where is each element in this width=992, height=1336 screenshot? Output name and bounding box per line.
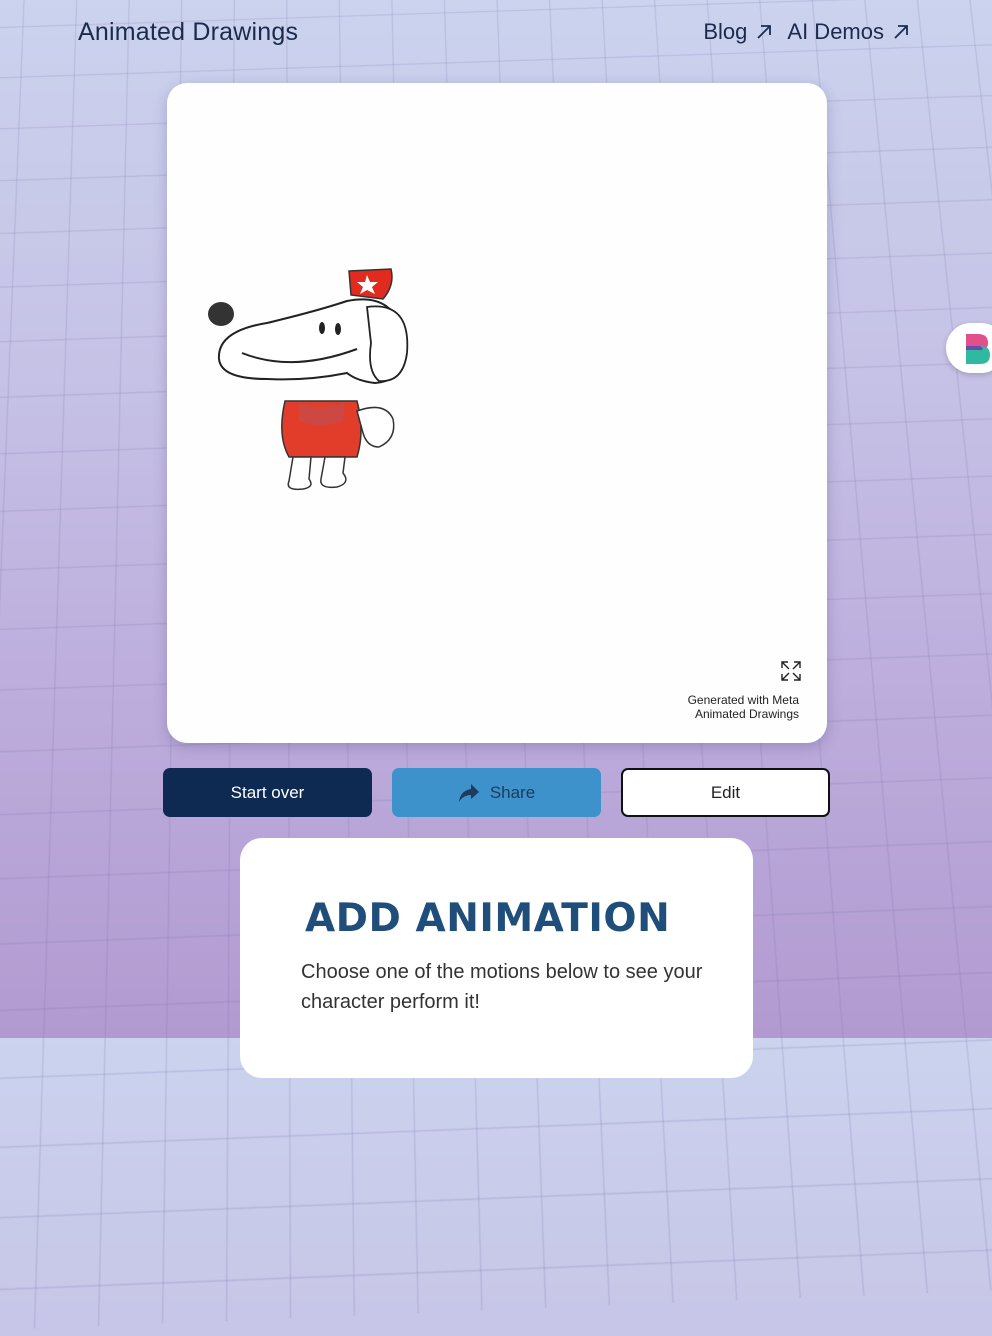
brand-title[interactable]: Animated Drawings: [78, 18, 298, 47]
top-header: Animated Drawings Blog AI Demos: [0, 0, 992, 70]
watermark-line-1: Generated with Meta: [688, 693, 799, 707]
nav-link-ai-demos[interactable]: AI Demos: [787, 19, 910, 45]
animation-stage: Generated with Meta Animated Drawings: [167, 83, 827, 743]
add-animation-panel: ADD ANIMATION Choose one of the motions …: [240, 838, 753, 1078]
expand-icon[interactable]: [779, 659, 803, 683]
extension-logo-icon: [962, 330, 992, 366]
character-drawing: [207, 261, 417, 493]
arrow-up-right-icon: [892, 23, 910, 41]
watermark: Generated with Meta Animated Drawings: [688, 693, 799, 721]
nav-link-blog[interactable]: Blog: [703, 19, 773, 45]
edit-button[interactable]: Edit: [621, 768, 830, 817]
arrow-up-right-icon: [755, 23, 773, 41]
nav-link-ai-demos-label: AI Demos: [787, 19, 884, 45]
share-button[interactable]: Share: [392, 768, 601, 817]
top-nav: Blog AI Demos: [689, 19, 910, 45]
watermark-line-2: Animated Drawings: [688, 707, 799, 721]
floating-extension-widget[interactable]: [946, 323, 992, 373]
panel-description: Choose one of the motions below to see y…: [301, 957, 711, 1017]
start-over-button[interactable]: Start over: [163, 768, 372, 817]
share-arrow-icon: [458, 783, 480, 803]
panel-title: ADD ANIMATION: [305, 896, 670, 941]
share-button-label: Share: [490, 783, 535, 803]
nav-link-blog-label: Blog: [703, 19, 747, 45]
